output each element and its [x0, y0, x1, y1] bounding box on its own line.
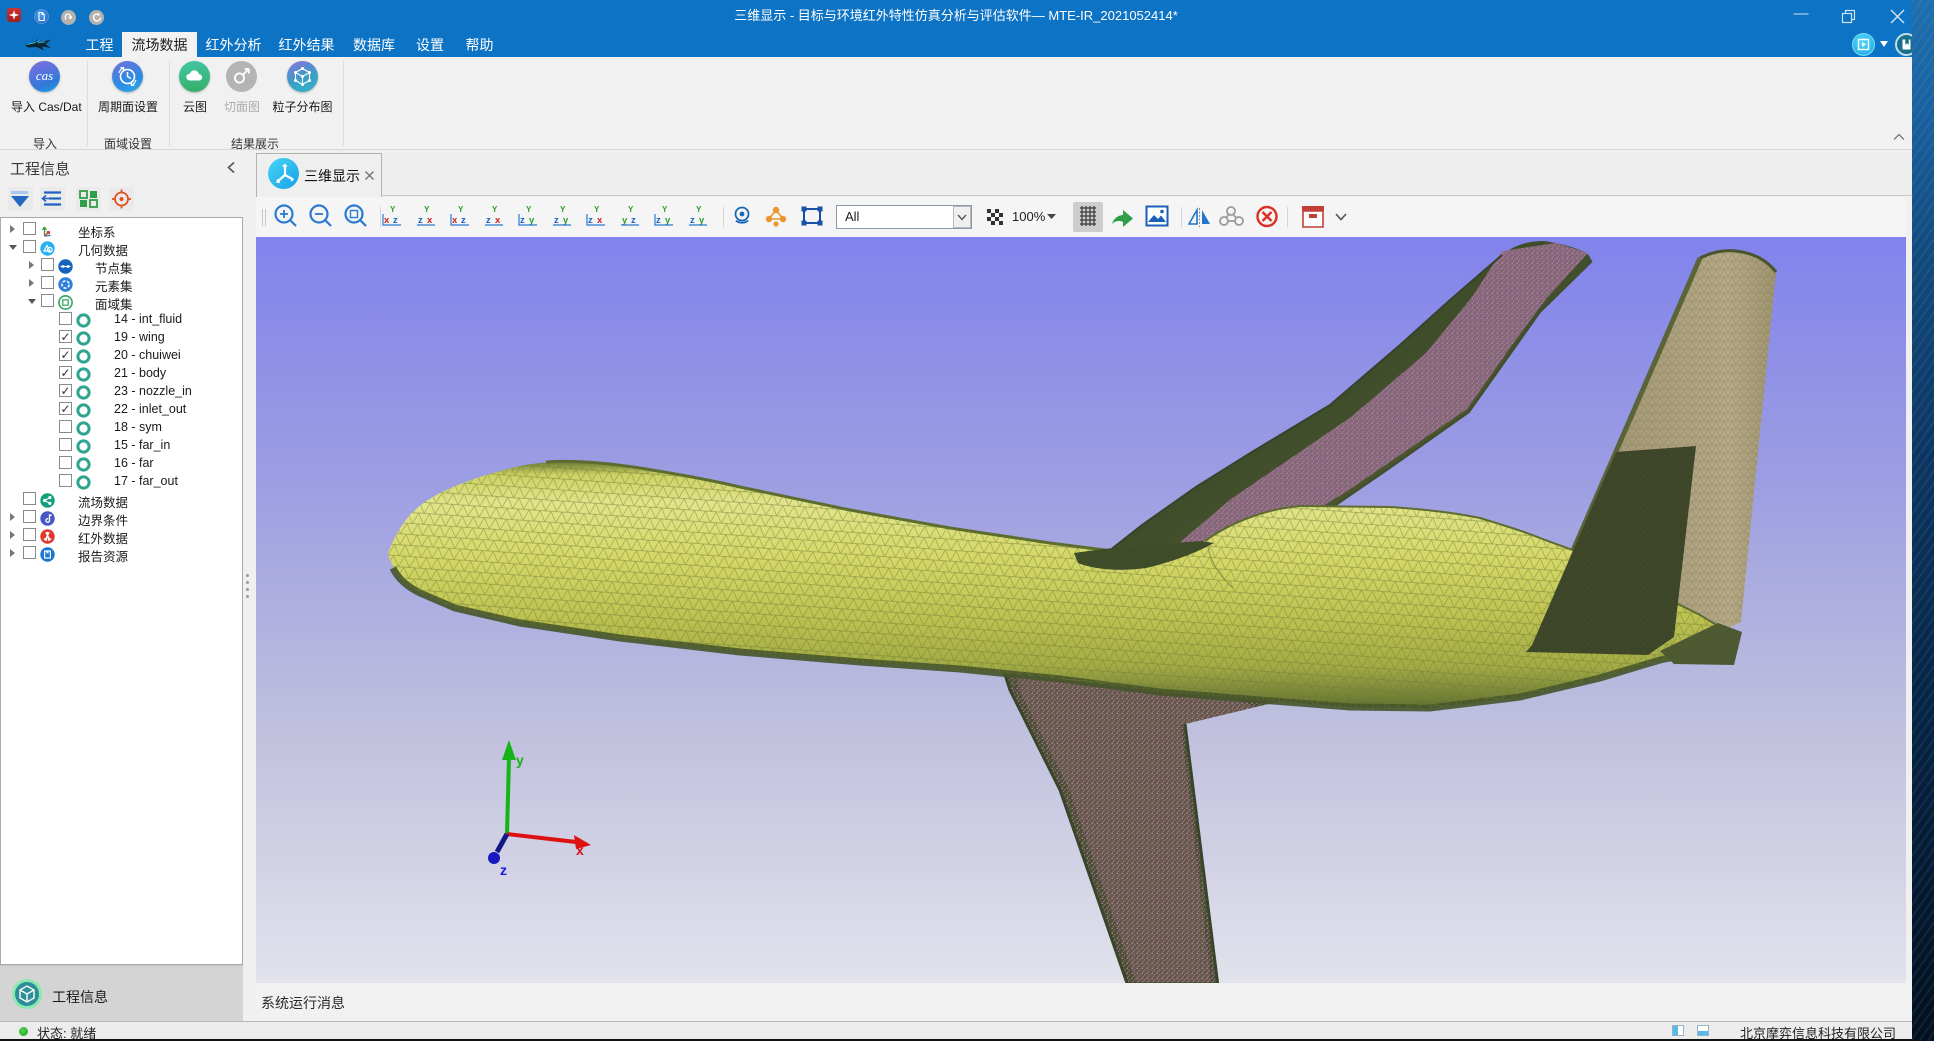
- svg-text:Y: Y: [696, 205, 702, 214]
- svg-text:x: x: [452, 215, 458, 226]
- svg-text:x: x: [597, 215, 603, 226]
- svg-text:z: z: [554, 215, 559, 226]
- svg-text:Y: Y: [424, 205, 430, 214]
- svg-text:x: x: [384, 215, 390, 226]
- svg-text:z: z: [486, 215, 491, 226]
- svg-text:y: y: [563, 215, 569, 226]
- svg-text:z: z: [588, 215, 593, 226]
- svg-text:z: z: [393, 215, 398, 226]
- svg-text:z: z: [500, 862, 507, 878]
- svg-text:Y: Y: [628, 205, 634, 214]
- svg-text:y: y: [622, 215, 628, 226]
- svg-text:z: z: [461, 215, 466, 226]
- svg-text:y: y: [516, 752, 524, 768]
- svg-text:Y: Y: [526, 205, 532, 214]
- svg-text:z: z: [418, 215, 423, 226]
- svg-text:All: All: [845, 209, 860, 224]
- svg-text:z: z: [520, 215, 525, 226]
- svg-text:Y: Y: [492, 205, 498, 214]
- svg-text:x: x: [427, 215, 433, 226]
- svg-text:y: y: [699, 215, 705, 226]
- svg-text:x: x: [495, 215, 501, 226]
- svg-text:Y: Y: [594, 205, 600, 214]
- svg-text:Y: Y: [662, 205, 668, 214]
- svg-text:x: x: [576, 842, 584, 858]
- svg-text:Y: Y: [458, 205, 464, 214]
- svg-text:z: z: [631, 215, 636, 226]
- svg-text:z: z: [690, 215, 695, 226]
- svg-text:z: z: [656, 215, 661, 226]
- svg-text:y: y: [529, 215, 535, 226]
- svg-text:y: y: [665, 215, 671, 226]
- svg-text:Y: Y: [560, 205, 566, 214]
- svg-text:100%: 100%: [1012, 209, 1046, 224]
- svg-text:Y: Y: [390, 205, 396, 214]
